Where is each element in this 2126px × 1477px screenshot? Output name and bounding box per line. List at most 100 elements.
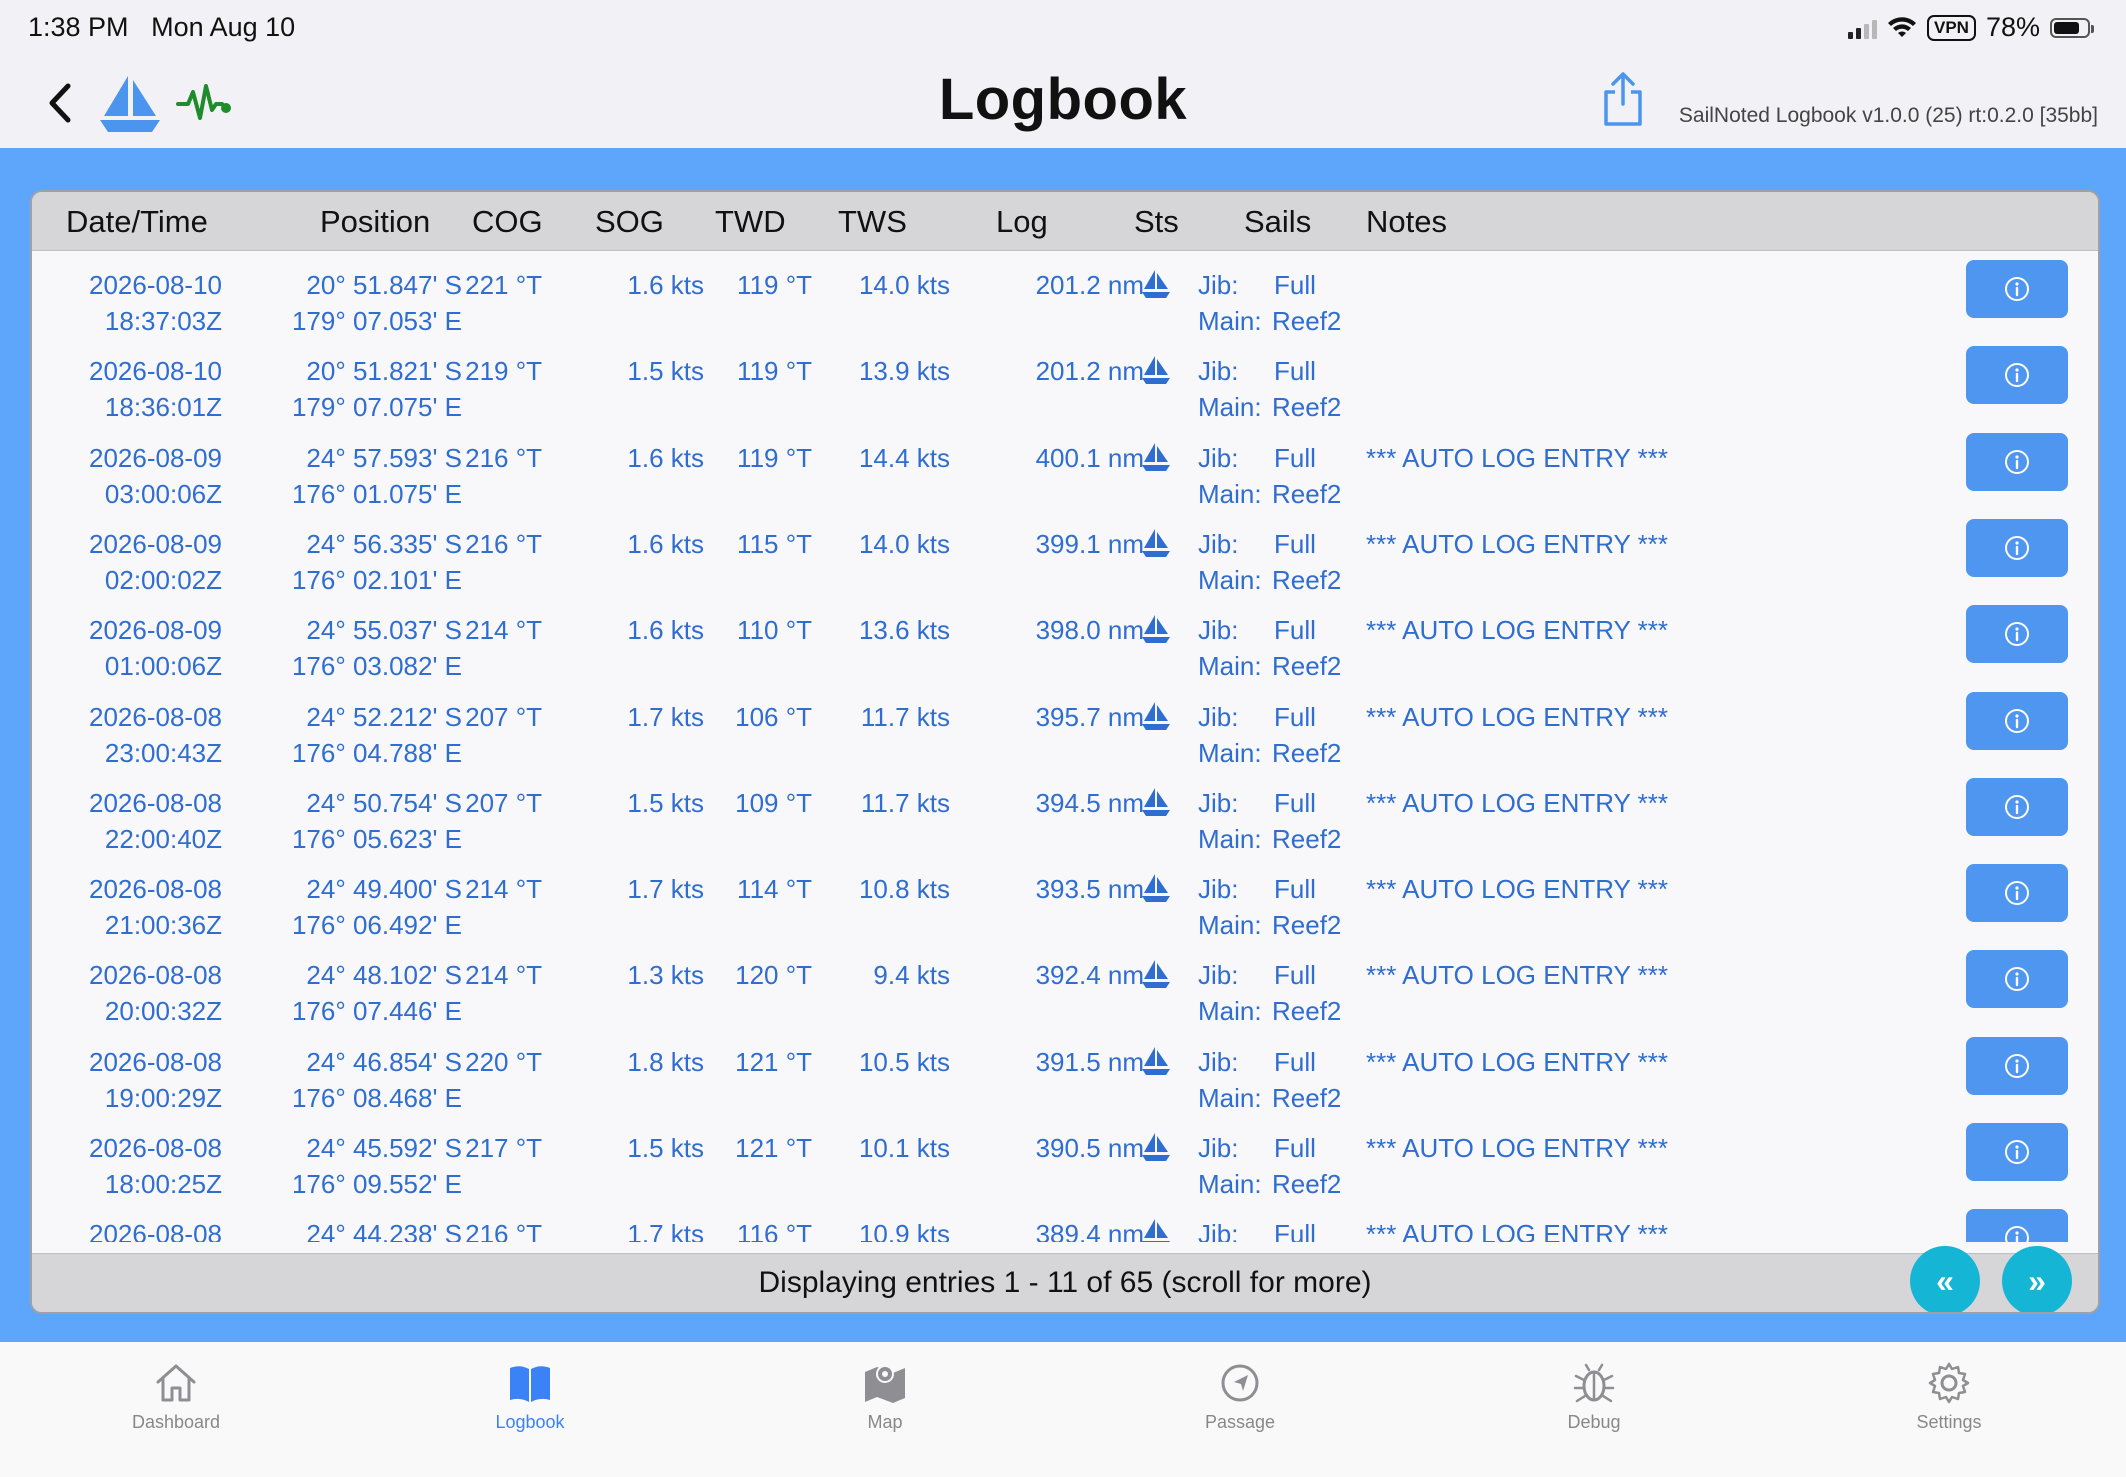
row-latitude: 24° 56.335' S xyxy=(306,528,462,559)
row-sog: 1.7 kts xyxy=(627,874,704,905)
previous-page-button[interactable]: « xyxy=(1910,1246,1980,1312)
table-row[interactable]: 2026-08-08 24° 44.238' S 216 °T 1.7 kts 116 … xyxy=(32,1207,2098,1242)
row-sog: 1.8 kts xyxy=(627,1046,704,1077)
tab-settings[interactable]: Settings xyxy=(1849,1360,2049,1433)
table-row[interactable]: 2026-08-09 03:00:06Z 24° 57.593' S 176° 01.… xyxy=(32,431,2098,517)
row-log: 399.1 nm xyxy=(1035,528,1144,559)
row-cog: 220 °T xyxy=(465,1046,542,1077)
table-row[interactable]: 2026-08-09 01:00:06Z 24° 55.037' S 176° 03.… xyxy=(32,603,2098,689)
activity-pulse-icon[interactable] xyxy=(176,80,234,126)
table-row[interactable]: 2026-08-09 02:00:02Z 24° 56.335' S 176° 02.… xyxy=(32,517,2098,603)
compass-icon xyxy=(1221,1364,1259,1402)
tab-map[interactable]: Map xyxy=(785,1360,985,1433)
row-latitude: 24° 50.754' S xyxy=(306,787,462,818)
entries-count-text: Displaying entries 1 - 11 of 65 (scroll … xyxy=(758,1266,1372,1299)
header-tws[interactable]: TWS xyxy=(838,204,907,240)
row-jib-value: Full xyxy=(1274,528,1316,559)
sailing-status-icon xyxy=(1142,1133,1170,1161)
row-notes: *** AUTO LOG ENTRY *** xyxy=(1366,701,1669,732)
next-page-button[interactable]: » xyxy=(2002,1246,2072,1312)
row-info-button[interactable] xyxy=(1966,950,2068,1009)
table-row[interactable]: 2026-08-08 18:00:25Z 24° 45.592' S 176° 09.… xyxy=(32,1121,2098,1207)
row-jib-value: Full xyxy=(1274,1046,1316,1077)
nav-bar: Logbook SailNoted Logbook v1.0.0 (25) rt… xyxy=(0,58,2126,148)
row-info-button[interactable] xyxy=(1966,1209,2068,1242)
row-main-label: Main: xyxy=(1198,910,1262,941)
row-info-button[interactable] xyxy=(1966,864,2068,923)
tab-debug[interactable]: Debug xyxy=(1494,1360,1694,1433)
row-longitude: 176° 07.446' E xyxy=(291,996,462,1027)
table-body[interactable]: 2026-08-10 18:37:03Z 20° 51.847' S 179° 07.… xyxy=(32,250,2098,1242)
row-info-button[interactable] xyxy=(1966,691,2068,750)
header-position[interactable]: Position xyxy=(320,204,430,240)
header-cog[interactable]: COG xyxy=(472,204,543,240)
row-main-value: Reef2 xyxy=(1272,737,1342,768)
table-row[interactable]: 2026-08-08 19:00:29Z 24° 46.854' S 176° 08.… xyxy=(32,1035,2098,1121)
logbook-table: Date/Time Position COG SOG TWD TWS Log S… xyxy=(30,190,2100,1314)
row-cog: 219 °T xyxy=(465,356,542,387)
row-tws: 14.0 kts xyxy=(858,528,950,559)
table-row[interactable]: 2026-08-10 18:36:01Z 20° 51.821' S 179° 07.… xyxy=(32,344,2098,430)
table-row[interactable]: 2026-08-08 21:00:36Z 24° 49.400' S 176° 06.… xyxy=(32,862,2098,948)
tab-logbook[interactable]: Logbook xyxy=(430,1360,630,1433)
row-jib-label: Jib: xyxy=(1198,1046,1239,1077)
row-sog: 1.6 kts xyxy=(627,270,704,300)
row-sog: 1.6 kts xyxy=(627,615,704,646)
row-notes: *** AUTO LOG ENTRY *** xyxy=(1366,874,1669,905)
info-icon xyxy=(2005,1053,2029,1078)
header-sails[interactable]: Sails xyxy=(1244,204,1311,240)
header-datetime[interactable]: Date/Time xyxy=(66,204,208,240)
row-tws: 11.7 kts xyxy=(860,787,950,818)
row-info-button[interactable] xyxy=(1966,346,2068,405)
header-twd[interactable]: TWD xyxy=(715,204,786,240)
battery-icon xyxy=(2050,17,2094,38)
row-log: 400.1 nm xyxy=(1035,442,1144,473)
row-info-button[interactable] xyxy=(1966,1123,2068,1181)
row-longitude: 176° 06.492' E xyxy=(291,910,462,941)
row-info-button[interactable] xyxy=(1966,518,2068,577)
row-longitude: 176° 04.788' E xyxy=(291,737,462,768)
share-icon[interactable] xyxy=(1600,70,1646,128)
info-icon xyxy=(2005,535,2029,560)
vpn-badge: VPN xyxy=(1926,14,1976,41)
row-info-button[interactable] xyxy=(1966,432,2068,491)
row-main-value: Reef2 xyxy=(1272,392,1342,423)
sailboat-icon[interactable] xyxy=(96,72,164,136)
table-row[interactable]: 2026-08-08 23:00:43Z 24° 52.212' S 176° 04.… xyxy=(32,690,2098,776)
row-sog: 1.7 kts xyxy=(627,1219,704,1242)
row-log: 201.2 nm xyxy=(1035,356,1144,387)
table-row[interactable]: 2026-08-10 18:37:03Z 20° 51.847' S 179° 07.… xyxy=(32,258,2098,344)
tab-passage[interactable]: Passage xyxy=(1140,1360,1340,1433)
row-info-button[interactable] xyxy=(1966,260,2068,318)
row-main-label: Main: xyxy=(1198,823,1262,854)
row-longitude: 176° 02.101' E xyxy=(291,564,462,595)
row-tws: 14.4 kts xyxy=(858,442,950,473)
row-jib-label: Jib: xyxy=(1198,615,1239,646)
row-notes: *** AUTO LOG ENTRY *** xyxy=(1366,1046,1669,1077)
header-sog[interactable]: SOG xyxy=(595,204,664,240)
sailing-status-icon xyxy=(1142,960,1170,989)
row-info-button[interactable] xyxy=(1966,777,2068,836)
row-main-value: Reef2 xyxy=(1272,1082,1342,1113)
row-main-label: Main: xyxy=(1198,306,1262,336)
book-icon xyxy=(510,1366,550,1402)
table-row[interactable]: 2026-08-08 20:00:32Z 24° 48.102' S 176° 07.… xyxy=(32,948,2098,1034)
tab-dashboard[interactable]: Dashboard xyxy=(76,1360,276,1433)
row-cog: 217 °T xyxy=(465,1133,542,1163)
row-log: 389.4 nm xyxy=(1035,1219,1144,1242)
row-latitude: 20° 51.847' S xyxy=(306,270,462,300)
sailing-status-icon xyxy=(1142,701,1170,730)
row-main-value: Reef2 xyxy=(1272,996,1342,1027)
row-longitude: 179° 07.053' E xyxy=(291,306,462,336)
row-info-button[interactable] xyxy=(1966,605,2068,664)
header-notes[interactable]: Notes xyxy=(1366,204,1447,240)
row-jib-label: Jib: xyxy=(1198,356,1239,387)
row-cog: 216 °T xyxy=(465,442,542,473)
row-tws: 10.9 kts xyxy=(858,1219,950,1242)
back-chevron-icon[interactable] xyxy=(42,78,78,128)
row-info-button[interactable] xyxy=(1966,1036,2068,1095)
table-row[interactable]: 2026-08-08 22:00:40Z 24° 50.754' S 176° 05.… xyxy=(32,776,2098,862)
row-cog: 214 °T xyxy=(465,960,542,991)
header-log[interactable]: Log xyxy=(996,204,1048,240)
header-sts[interactable]: Sts xyxy=(1134,204,1179,240)
